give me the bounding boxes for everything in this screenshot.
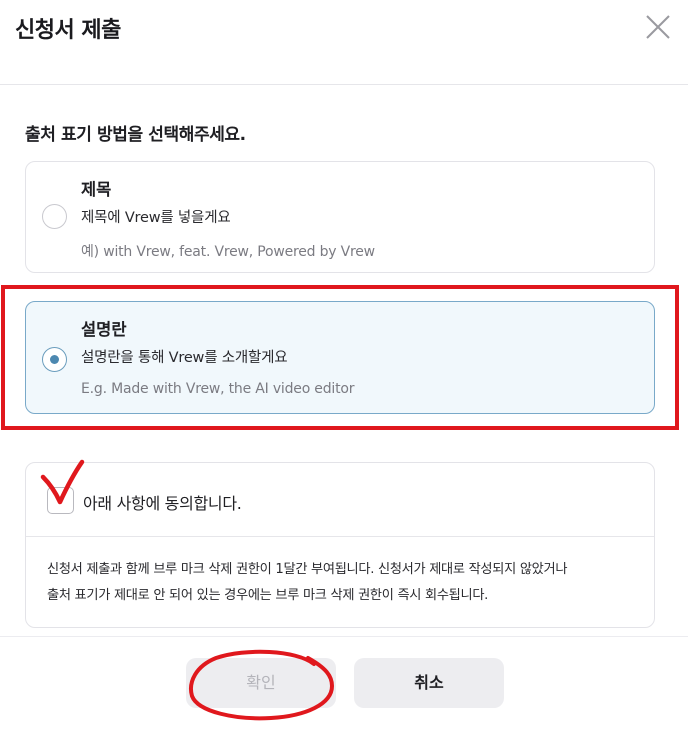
option-description-heading: 설명란 (81, 320, 127, 339)
agreement-header: 아래 사항에 동의합니다. (26, 463, 654, 537)
dialog-header: 신청서 제출 (0, 0, 688, 85)
footer-divider (0, 636, 688, 637)
option-description-description: 설명란을 통해 Vrew를 소개할게요 (81, 350, 288, 366)
radio-button-title[interactable] (42, 204, 67, 229)
radio-selected-dot (49, 354, 59, 364)
agreement-text-line-1: 신청서 제출과 함께 브루 마크 삭제 권한이 1달간 부여됩니다. 신청서가 … (47, 562, 568, 577)
option-description-example: E.g. Made with Vrew, the AI video editor (81, 381, 355, 397)
option-description[interactable]: 설명란 설명란을 통해 Vrew를 소개할게요 E.g. Made with V… (25, 301, 655, 414)
agree-checkbox[interactable] (47, 487, 74, 514)
submit-application-dialog: 신청서 제출 출처 표기 방법을 선택해주세요. 제목 제목에 Vrew를 넣을… (0, 0, 688, 733)
cancel-button[interactable]: 취소 (354, 658, 504, 708)
option-title-heading: 제목 (81, 180, 112, 199)
option-title[interactable]: 제목 제목에 Vrew를 넣을게요 예) with Vrew, feat. Vr… (25, 161, 655, 273)
option-title-description: 제목에 Vrew를 넣을게요 (81, 210, 231, 226)
agree-label: 아래 사항에 동의합니다. (83, 494, 242, 513)
dialog-title: 신청서 제출 (15, 18, 121, 43)
option-title-example: 예) with Vrew, feat. Vrew, Powered by Vre… (81, 244, 375, 260)
agreement-text: 신청서 제출과 함께 브루 마크 삭제 권한이 1달간 부여됩니다. 신청서가 … (47, 557, 647, 609)
radio-button-description[interactable] (42, 347, 67, 372)
agreement-text-line-2: 출처 표기가 제대로 안 되어 있는 경우에는 브루 마크 삭제 권한이 즉시 … (47, 588, 489, 603)
question-label: 출처 표기 방법을 선택해주세요. (25, 125, 246, 145)
close-icon[interactable] (644, 13, 672, 41)
confirm-button[interactable]: 확인 (186, 658, 336, 708)
agreement-box: 아래 사항에 동의합니다. 신청서 제출과 함께 브루 마크 삭제 권한이 1달… (25, 462, 655, 628)
